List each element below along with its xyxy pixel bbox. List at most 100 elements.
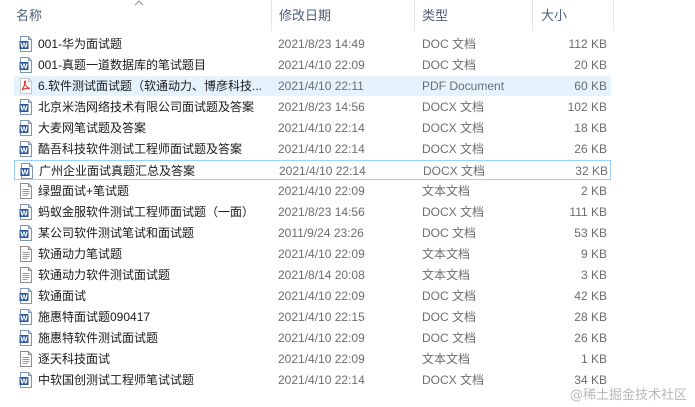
file-type: DOCX 文档 <box>422 373 485 387</box>
file-name: 施惠特面试题090417 <box>38 310 151 324</box>
word-doc-icon: W <box>20 163 34 179</box>
file-modified: 2021/4/10 22:09 <box>278 58 365 72</box>
file-modified: 2021/4/10 22:15 <box>278 310 365 324</box>
svg-text:W: W <box>20 210 28 218</box>
file-row[interactable]: 6.软件测试面试题（软通动力、博彦科技... 2021/4/10 22:11 PDF… <box>14 76 611 96</box>
file-row[interactable]: W 某公司软件测试笔试和面试题 2011/9/24 23:26 DOC 文档 53 KB <box>14 223 611 243</box>
column-header-size[interactable]: 大小 <box>541 0 567 31</box>
sort-ascending-icon[interactable] <box>133 0 145 7</box>
word-doc-icon: W <box>19 141 33 157</box>
svg-text:W: W <box>20 63 28 71</box>
svg-text:W: W <box>20 231 28 239</box>
file-modified: 2021/4/10 22:09 <box>278 184 365 198</box>
file-modified: 2021/4/10 22:14 <box>278 121 365 135</box>
file-type: DOC 文档 <box>422 226 477 240</box>
word-doc-icon: W <box>19 99 33 115</box>
file-row[interactable]: W 施惠特面试题090417 2021/4/10 22:15 DOC 文档 28 KB <box>14 307 611 327</box>
file-modified: 2021/4/10 22:14 <box>279 164 366 178</box>
word-doc-icon: W <box>19 120 33 136</box>
column-header-type[interactable]: 类型 <box>422 0 448 31</box>
file-type: DOCX 文档 <box>422 205 485 219</box>
file-type: DOC 文档 <box>422 37 477 51</box>
file-row[interactable]: W 软通面试 2021/4/10 22:09 DOC 文档 42 KB <box>14 286 611 306</box>
file-size: 9 KB <box>580 247 607 261</box>
file-row[interactable]: 逐天科技面试 2021/4/10 22:09 文本文档 1 KB <box>14 349 611 369</box>
file-type: DOC 文档 <box>422 58 477 72</box>
file-name: 6.软件测试面试题（软通动力、博彦科技... <box>38 79 263 93</box>
watermark: @稀土掘金技术社区 <box>569 388 687 403</box>
file-type: PDF Document <box>422 79 505 93</box>
file-row[interactable]: W 北京米浩网络技术有限公司面试题及答案 2021/8/23 14:56 DOCX 文… <box>14 97 611 117</box>
svg-text:W: W <box>20 147 28 155</box>
file-row[interactable]: W 施惠特软件测试面试题 2021/4/10 22:09 DOC 文档 26 KB <box>14 328 611 348</box>
text-doc-icon <box>19 267 33 283</box>
pdf-icon <box>19 78 33 94</box>
file-modified: 2021/4/10 22:09 <box>278 289 365 303</box>
svg-text:W: W <box>20 336 28 344</box>
file-name: 001-真题一道数据库的笔试题目 <box>38 58 207 72</box>
file-name: 逐天科技面试 <box>38 352 111 366</box>
file-name: 施惠特软件测试面试题 <box>38 331 159 345</box>
file-modified: 2021/4/10 22:14 <box>278 142 365 156</box>
column-divider[interactable] <box>414 0 415 31</box>
svg-text:W: W <box>20 126 28 134</box>
file-name: 北京米浩网络技术有限公司面试题及答案 <box>38 100 255 114</box>
file-size: 60 KB <box>574 79 607 93</box>
file-row[interactable]: 软通动力笔试题 2021/4/10 22:09 文本文档 9 KB <box>14 244 611 264</box>
file-size: 26 KB <box>574 331 607 345</box>
file-type: DOCX 文档 <box>422 121 485 135</box>
file-size: 53 KB <box>574 226 607 240</box>
file-name: 某公司软件测试笔试和面试题 <box>38 226 195 240</box>
file-name: 蚂蚁金服软件测试工程师面试题（一面） <box>38 205 255 219</box>
file-row[interactable]: W 中软国创测试工程师笔试试题 2021/4/10 22:14 DOCX 文档 34 K… <box>14 370 611 390</box>
word-doc-icon: W <box>19 288 33 304</box>
column-divider[interactable] <box>271 0 272 31</box>
file-row[interactable]: W 001-华为面试题 2021/8/23 14:49 DOC 文档 112 KB <box>14 34 611 54</box>
file-type: DOC 文档 <box>422 310 477 324</box>
file-modified: 2021/8/14 20:08 <box>278 268 365 282</box>
svg-text:W: W <box>20 378 28 386</box>
file-row[interactable]: 软通动力软件测试面试题 2021/8/14 20:08 文本文档 3 KB <box>14 265 611 285</box>
file-name: 软通面试 <box>38 289 87 303</box>
file-size: 20 KB <box>574 58 607 72</box>
svg-text:W: W <box>20 294 28 302</box>
file-type: DOC 文档 <box>422 331 477 345</box>
column-divider[interactable] <box>613 0 614 31</box>
file-modified: 2021/4/10 22:09 <box>278 331 365 345</box>
file-row[interactable]: W 酷吾科技软件测试工程师面试题及答案 2021/4/10 22:14 DOCX 文档… <box>14 139 611 159</box>
file-name: 大麦网笔试题及答案 <box>38 121 147 135</box>
file-modified: 2021/4/10 22:11 <box>278 79 364 93</box>
file-name: 软通动力软件测试面试题 <box>38 268 171 282</box>
file-modified: 2021/8/23 14:49 <box>278 37 365 51</box>
file-row[interactable]: W 001-真题一道数据库的笔试题目 2021/4/10 22:09 DOC 文档 20… <box>14 55 611 75</box>
svg-text:W: W <box>21 169 29 177</box>
svg-text:W: W <box>20 315 28 323</box>
file-size: 112 KB <box>568 37 607 51</box>
column-divider[interactable] <box>532 0 533 31</box>
file-type: DOC 文档 <box>422 289 477 303</box>
file-modified: 2021/4/10 22:14 <box>278 373 365 387</box>
file-size: 2 KB <box>580 184 607 198</box>
file-name: 001-华为面试题 <box>38 37 123 51</box>
text-doc-icon <box>19 246 33 262</box>
file-row[interactable]: 绿盟面试+笔试题 2021/4/10 22:09 文本文档 2 KB <box>14 181 611 201</box>
file-type: DOCX 文档 <box>423 164 486 178</box>
column-header-modified[interactable]: 修改日期 <box>279 0 331 31</box>
file-size: 18 KB <box>574 121 607 135</box>
file-size: 32 KB <box>575 164 608 178</box>
file-modified: 2011/9/24 23:26 <box>278 226 364 240</box>
file-size: 3 KB <box>580 268 607 282</box>
file-row[interactable]: W 广州企业面试真题汇总及答案 2021/4/10 22:14 DOCX 文档 32 K… <box>14 160 611 180</box>
column-header-name[interactable]: 名称 <box>16 0 42 31</box>
file-modified: 2021/4/10 22:09 <box>278 352 365 366</box>
text-doc-icon <box>19 351 33 367</box>
file-row[interactable]: W 蚂蚁金服软件测试工程师面试题（一面） 2021/8/23 14:56 DOCX 文… <box>14 202 611 222</box>
file-row[interactable]: W 大麦网笔试题及答案 2021/4/10 22:14 DOCX 文档 18 KB <box>14 118 611 138</box>
word-doc-icon: W <box>19 309 33 325</box>
word-doc-icon: W <box>19 57 33 73</box>
file-size: 111 KB <box>569 205 607 219</box>
word-doc-icon: W <box>19 372 33 388</box>
file-type: 文本文档 <box>422 352 471 366</box>
file-size: 28 KB <box>574 310 607 324</box>
file-modified: 2021/4/10 22:09 <box>278 247 365 261</box>
